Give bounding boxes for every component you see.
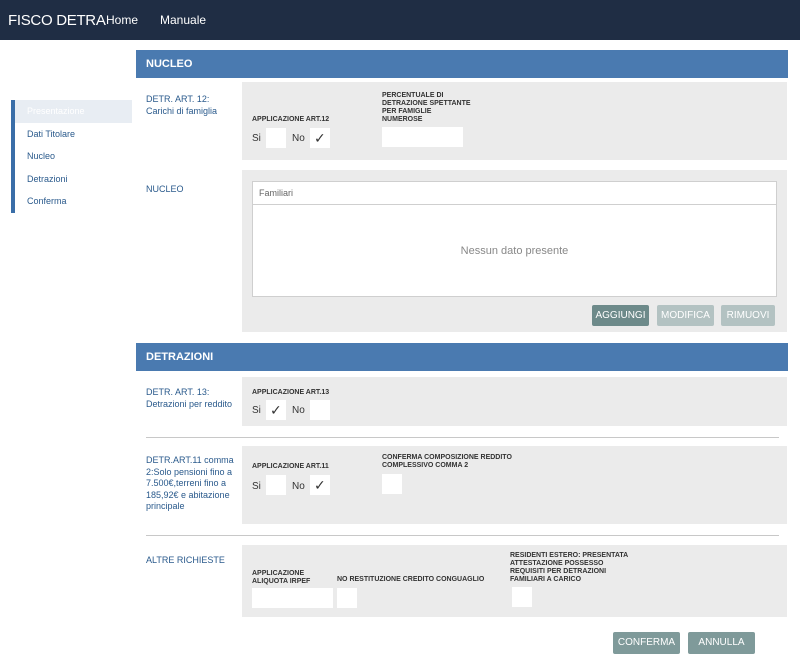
top-navbar: FISCO DETRA Home Manuale (0, 0, 800, 40)
art13-si-checkbox[interactable]: ✓ (266, 400, 286, 420)
sidebar-item-presentazione[interactable]: Presentazione (11, 100, 132, 123)
art11-conferma-label: CONFERMA COMPOSIZIONE REDDITO COMPLESSIV… (382, 454, 512, 469)
familiari-grid-title: Familiari (253, 182, 776, 205)
sidebar-item-detrazioni[interactable]: Detrazioni (11, 167, 132, 190)
divider (146, 437, 779, 438)
art12-no-checkbox[interactable]: ✓ (310, 128, 330, 148)
art11-applicazione-label: APPLICAZIONE ART.11 (252, 463, 329, 470)
art13-applicazione-label: APPLICAZIONE ART.13 (252, 389, 330, 396)
app-brand[interactable]: FISCO DETRA (8, 12, 106, 29)
art13-label: DETR. ART. 13: Detrazioni per reddito (146, 387, 233, 409)
art12-applicazione-label: APPLICAZIONE ART.12 (252, 116, 330, 123)
aggiungi-button[interactable]: AGGIUNGI (592, 305, 649, 326)
sidebar-item-conferma[interactable]: Conferma (11, 190, 132, 213)
aliquota-irpef-input[interactable] (252, 588, 333, 608)
modifica-button[interactable]: MODIFICA (657, 305, 714, 326)
art11-conferma-checkbox[interactable] (382, 474, 402, 494)
grid-empty-message: Nessun dato presente (460, 245, 569, 257)
art12-percentuale-input[interactable] (382, 127, 463, 147)
nav-home-link[interactable]: Home (106, 13, 138, 27)
checkmark-icon: ✓ (314, 130, 326, 146)
sidebar-steps: Presentazione Dati Titolare Nucleo Detra… (11, 100, 132, 213)
art12-panel: APPLICAZIONE ART.12 Si No ✓ PERCENTUALE … (242, 82, 787, 160)
art13-si-label: Si (252, 405, 261, 416)
art11-si-label: Si (252, 481, 261, 492)
art12-percentuale-label: PERCENTUALE DI DETRAZIONE SPETTANTE PER … (382, 92, 471, 123)
checkmark-icon: ✓ (270, 402, 282, 418)
art13-no-checkbox[interactable] (310, 400, 330, 420)
nav-manuale-link[interactable]: Manuale (160, 13, 206, 27)
conferma-button[interactable]: CONFERMA (613, 632, 680, 654)
annulla-button[interactable]: ANNULLA (688, 632, 755, 654)
art12-no-label: No (292, 133, 305, 144)
art11-label: DETR.ART.11 comma 2:Solo pensioni fino a… (146, 455, 234, 511)
art11-panel: APPLICAZIONE ART.11 Si No ✓ CONFERMA COM… (242, 446, 787, 524)
residenti-estero-label: RESIDENTI ESTERO: PRESENTATA ATTESTAZION… (510, 552, 628, 583)
section-header-nucleo: NUCLEO (136, 50, 788, 78)
art13-no-label: No (292, 405, 305, 416)
residenti-estero-checkbox[interactable] (512, 587, 532, 607)
section-header-detrazioni: DETRAZIONI (136, 343, 788, 371)
divider (146, 535, 779, 536)
art12-label: DETR. ART. 12: Carichi di famiglia (146, 94, 218, 116)
altre-richieste-label: ALTRE RICHIESTE (146, 555, 225, 565)
art11-no-label: No (292, 481, 305, 492)
aliquota-irpef-label: APPLICAZIONE ALIQUOTA IRPEF (252, 570, 311, 585)
rimuovi-button[interactable]: RIMUOVI (721, 305, 775, 326)
checkmark-icon: ✓ (314, 477, 326, 493)
sidebar-item-dati-titolare[interactable]: Dati Titolare (11, 122, 132, 145)
altre-richieste-panel: APPLICAZIONE ALIQUOTA IRPEF NO RESTITUZI… (242, 545, 787, 617)
art11-no-checkbox[interactable]: ✓ (310, 475, 330, 495)
art11-si-checkbox[interactable] (266, 475, 286, 495)
no-restituzione-label: NO RESTITUZIONE CREDITO CONGUAGLIO (337, 576, 485, 583)
nucleo-familiari-label: NUCLEO (146, 184, 184, 194)
sidebar-item-nucleo[interactable]: Nucleo (11, 145, 132, 168)
familiari-grid: Familiari Nessun dato presente (252, 181, 777, 297)
no-restituzione-checkbox[interactable] (337, 588, 357, 608)
art13-panel: APPLICAZIONE ART.13 Si ✓ No (242, 377, 787, 426)
art12-si-label: Si (252, 133, 261, 144)
art12-si-checkbox[interactable] (266, 128, 286, 148)
